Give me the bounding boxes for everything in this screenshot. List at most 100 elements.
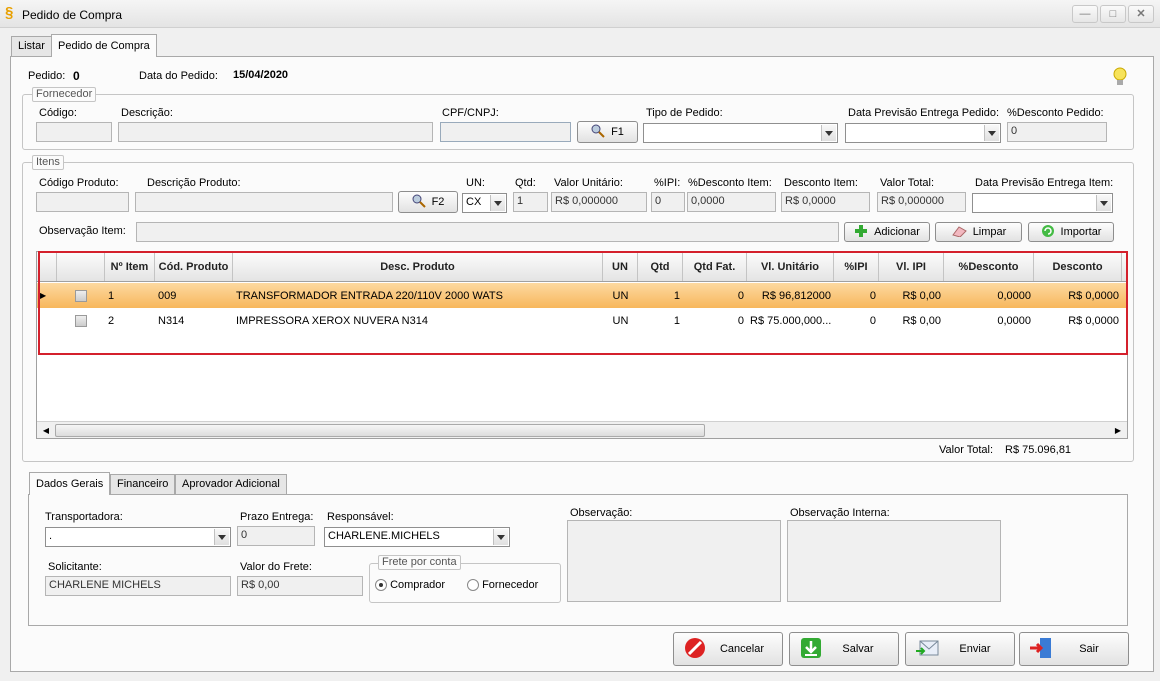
codigo-field[interactable] <box>36 122 112 142</box>
enviar-button[interactable]: Enviar <box>905 632 1015 666</box>
importar-button[interactable]: Importar <box>1028 222 1114 242</box>
scroll-left-icon[interactable]: ◀ <box>39 424 53 437</box>
col-header-ipi[interactable]: %IPI <box>834 252 879 281</box>
col-header-desconto[interactable]: Desconto <box>1034 252 1122 281</box>
tab-aprovador-adicional[interactable]: Aprovador Adicional <box>175 474 287 495</box>
tab-financeiro[interactable]: Financeiro <box>110 474 176 495</box>
refresh-icon <box>1041 224 1055 241</box>
previsao-pedido-label: Data Previsão Entrega Pedido: <box>848 107 1000 119</box>
table-row[interactable]: ▶ 1 009 TRANSFORMADOR ENTRADA 220/110V 2… <box>37 283 1127 308</box>
tab-listar[interactable]: Listar <box>11 36 52 57</box>
col-header-vlipi[interactable]: Vl. IPI <box>879 252 944 281</box>
maximize-button[interactable]: □ <box>1100 5 1126 23</box>
descricao-produto-field[interactable] <box>135 192 393 212</box>
un-label: UN: <box>466 177 485 189</box>
ipi-label: %IPI: <box>654 177 681 189</box>
tab-dados-gerais[interactable]: Dados Gerais <box>29 472 111 495</box>
row-checkbox-cell[interactable] <box>57 314 105 327</box>
col-header-qtdfat[interactable]: Qtd Fat. <box>683 252 747 281</box>
observacao-textarea[interactable] <box>567 520 781 602</box>
row-checkbox[interactable] <box>75 314 87 327</box>
chevron-down-icon[interactable] <box>1096 195 1111 211</box>
eraser-icon <box>951 225 967 240</box>
adicionar-button[interactable]: Adicionar <box>844 222 930 242</box>
frete-por-conta-title: Frete por conta <box>378 555 461 570</box>
ipi-field[interactable]: 0 <box>651 192 685 212</box>
radio-fornecedor[interactable]: Fornecedor <box>467 579 538 592</box>
descricao-field[interactable] <box>118 122 433 142</box>
salvar-button[interactable]: Salvar <box>789 632 899 666</box>
transportadora-select[interactable]: . <box>45 527 231 547</box>
row-checkbox-cell[interactable] <box>57 289 105 302</box>
valor-unitario-label: Valor Unitário: <box>554 177 623 189</box>
magnifier-icon <box>591 124 605 141</box>
col-header-desc[interactable]: Desc. Produto <box>233 252 603 281</box>
qtd-field[interactable]: 1 <box>513 192 548 212</box>
close-button[interactable]: ✕ <box>1128 5 1154 23</box>
col-header-cod[interactable]: Cód. Produto <box>155 252 233 281</box>
valor-total-item-label: Valor Total: <box>880 177 935 189</box>
un-select[interactable]: CX <box>462 193 507 213</box>
desconto-pedido-field[interactable]: 0 <box>1007 122 1107 142</box>
responsavel-select[interactable]: CHARLENE.MICHELS <box>324 527 510 547</box>
chevron-down-icon[interactable] <box>984 125 999 141</box>
codigo-produto-label: Código Produto: <box>39 177 119 189</box>
itens-grid[interactable]: Nº Item Cód. Produto Desc. Produto UN Qt… <box>36 251 1128 439</box>
observacao-label: Observação: <box>570 507 633 519</box>
col-header-pdesc[interactable]: %Desconto <box>944 252 1034 281</box>
chevron-down-icon[interactable] <box>821 125 836 141</box>
radio-fornecedor-icon[interactable] <box>467 579 479 592</box>
valor-total-item-field[interactable]: R$ 0,000000 <box>877 192 966 212</box>
radio-comprador[interactable]: Comprador <box>375 579 445 592</box>
magnifier-icon <box>412 194 426 211</box>
valor-unitario-field[interactable]: R$ 0,000000 <box>551 192 647 212</box>
col-header-vlunit[interactable]: Vl. Unitário <box>747 252 834 281</box>
codigo-produto-field[interactable] <box>36 192 129 212</box>
cancelar-button[interactable]: Cancelar <box>673 632 783 666</box>
chevron-down-icon[interactable] <box>493 529 508 545</box>
prazo-entrega-field[interactable]: 0 <box>237 526 315 546</box>
col-header-item[interactable]: Nº Item <box>105 252 155 281</box>
minimize-button[interactable]: — <box>1072 5 1098 23</box>
cell-pdesc: 0,0000 <box>997 289 1031 302</box>
scroll-right-icon[interactable]: ▶ <box>1111 424 1125 437</box>
col-header-qtd[interactable]: Qtd <box>638 252 683 281</box>
tab-pedido-de-compra[interactable]: Pedido de Compra <box>51 34 157 57</box>
cpf-label: CPF/CNPJ: <box>442 107 499 119</box>
previsao-pedido-date[interactable] <box>845 123 1001 143</box>
valor-frete-field[interactable]: R$ 0,00 <box>237 576 363 596</box>
radio-comprador-icon[interactable] <box>375 579 387 592</box>
sair-button[interactable]: Sair <box>1019 632 1129 666</box>
cancel-icon <box>684 637 706 662</box>
desconto-perc-item-field[interactable]: 0,0000 <box>687 192 776 212</box>
search-produto-button[interactable]: F2 <box>398 191 458 213</box>
checkbox-header <box>57 252 105 281</box>
table-row[interactable]: 2 N314 IMPRESSORA XEROX NUVERA N314 UN 1… <box>37 308 1127 333</box>
grid-horizontal-scrollbar[interactable]: ◀ ▶ <box>37 421 1127 438</box>
search-fornecedor-button[interactable]: F1 <box>577 121 638 143</box>
lightbulb-icon[interactable] <box>1112 66 1128 88</box>
col-header-un[interactable]: UN <box>603 252 638 281</box>
solicitante-field[interactable]: CHARLENE MICHELS <box>45 576 231 596</box>
descricao-label: Descrição: <box>121 107 173 119</box>
cell-desc: TRANSFORMADOR ENTRADA 220/110V 2000 WATS <box>236 289 503 302</box>
previsao-item-date[interactable] <box>972 193 1113 213</box>
tipo-pedido-select[interactable] <box>643 123 838 143</box>
row-checkbox[interactable] <box>75 289 87 302</box>
cell-qtdfat: 0 <box>737 289 744 302</box>
cell-desconto: R$ 0,0000 <box>1068 289 1119 302</box>
grid-header: Nº Item Cód. Produto Desc. Produto UN Qt… <box>37 252 1127 282</box>
chevron-down-icon[interactable] <box>214 529 229 545</box>
cell-cod: 009 <box>158 289 177 302</box>
limpar-button[interactable]: Limpar <box>935 222 1022 242</box>
scroll-thumb[interactable] <box>55 424 705 437</box>
cpf-field[interactable] <box>440 122 571 142</box>
observacao-item-label: Observação Item: <box>39 225 126 237</box>
observacao-interna-textarea[interactable] <box>787 520 1001 602</box>
limpar-label: Limpar <box>972 226 1007 238</box>
desconto-item-field[interactable]: R$ 0,0000 <box>781 192 870 212</box>
observacao-item-field[interactable] <box>136 222 839 242</box>
desconto-item-label: Desconto Item: <box>784 177 858 189</box>
chevron-down-icon[interactable] <box>490 195 505 211</box>
cell-vlipi: R$ 0,00 <box>902 289 941 302</box>
